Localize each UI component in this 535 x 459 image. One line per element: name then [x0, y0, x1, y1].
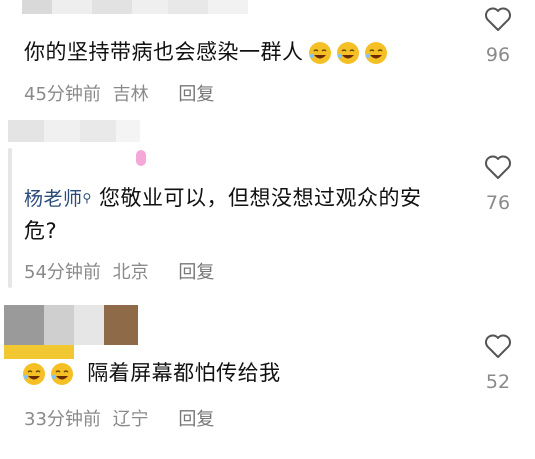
comment-meta: 33分钟前 辽宁 回复: [24, 409, 214, 431]
comment-location: 北京: [112, 262, 149, 283]
comment-location: 吉林: [112, 84, 149, 105]
blurred-username: [22, 0, 248, 14]
blurred-avatar: [4, 305, 138, 345]
comment-text: 杨老师⚲ 您敬业可以，但想没想过观众的安 危?: [24, 186, 422, 243]
comment-time: 54分钟前: [24, 262, 101, 283]
reply-button[interactable]: 回复: [178, 409, 214, 430]
like-area: 52: [473, 333, 523, 393]
like-count: 76: [485, 192, 511, 214]
sweat-laugh-emoji-icon: [50, 362, 74, 386]
sweat-laugh-emoji-icon: [336, 41, 360, 65]
comment-time: 45分钟前: [24, 84, 101, 105]
comment-text: 你的坚持带病也会感染一群人: [24, 36, 388, 68]
like-area: 96: [473, 6, 523, 66]
sweat-laugh-emoji-icon: [308, 41, 332, 65]
left-edge-bar: [8, 148, 12, 288]
search-icon: ⚲: [82, 191, 92, 205]
comment-meta: 45分钟前 吉林 回复: [24, 84, 214, 106]
heart-outline-icon[interactable]: [484, 6, 512, 32]
heart-outline-icon[interactable]: [484, 154, 512, 180]
comment-1: 你的坚持带病也会感染一群人 45分钟前 吉林 回复 96: [0, 0, 535, 120]
comment-3: 隔着屏幕都怕传给我 33分钟前 辽宁 回复 52: [0, 305, 535, 459]
comment-time: 33分钟前: [24, 409, 101, 430]
sweat-laugh-emoji-icon: [22, 362, 46, 386]
pink-decoration: [136, 150, 146, 166]
reply-button[interactable]: 回复: [178, 84, 214, 105]
heart-outline-icon[interactable]: [484, 333, 512, 359]
comment-location: 辽宁: [112, 409, 149, 430]
like-count: 96: [485, 44, 511, 66]
comment-meta: 54分钟前 北京 回复: [24, 262, 214, 284]
reply-button[interactable]: 回复: [178, 262, 214, 283]
author-name[interactable]: 杨老师: [24, 188, 83, 210]
like-count: 52: [485, 371, 511, 393]
like-area: 76: [473, 154, 523, 214]
blurred-avatar: [8, 120, 140, 142]
comment-2: 杨老师⚲ 您敬业可以，但想没想过观众的安 危? 54分钟前 北京 回复 76: [0, 120, 535, 295]
comment-text: 隔着屏幕都怕传给我: [22, 357, 281, 389]
sweat-laugh-emoji-icon: [364, 41, 388, 65]
